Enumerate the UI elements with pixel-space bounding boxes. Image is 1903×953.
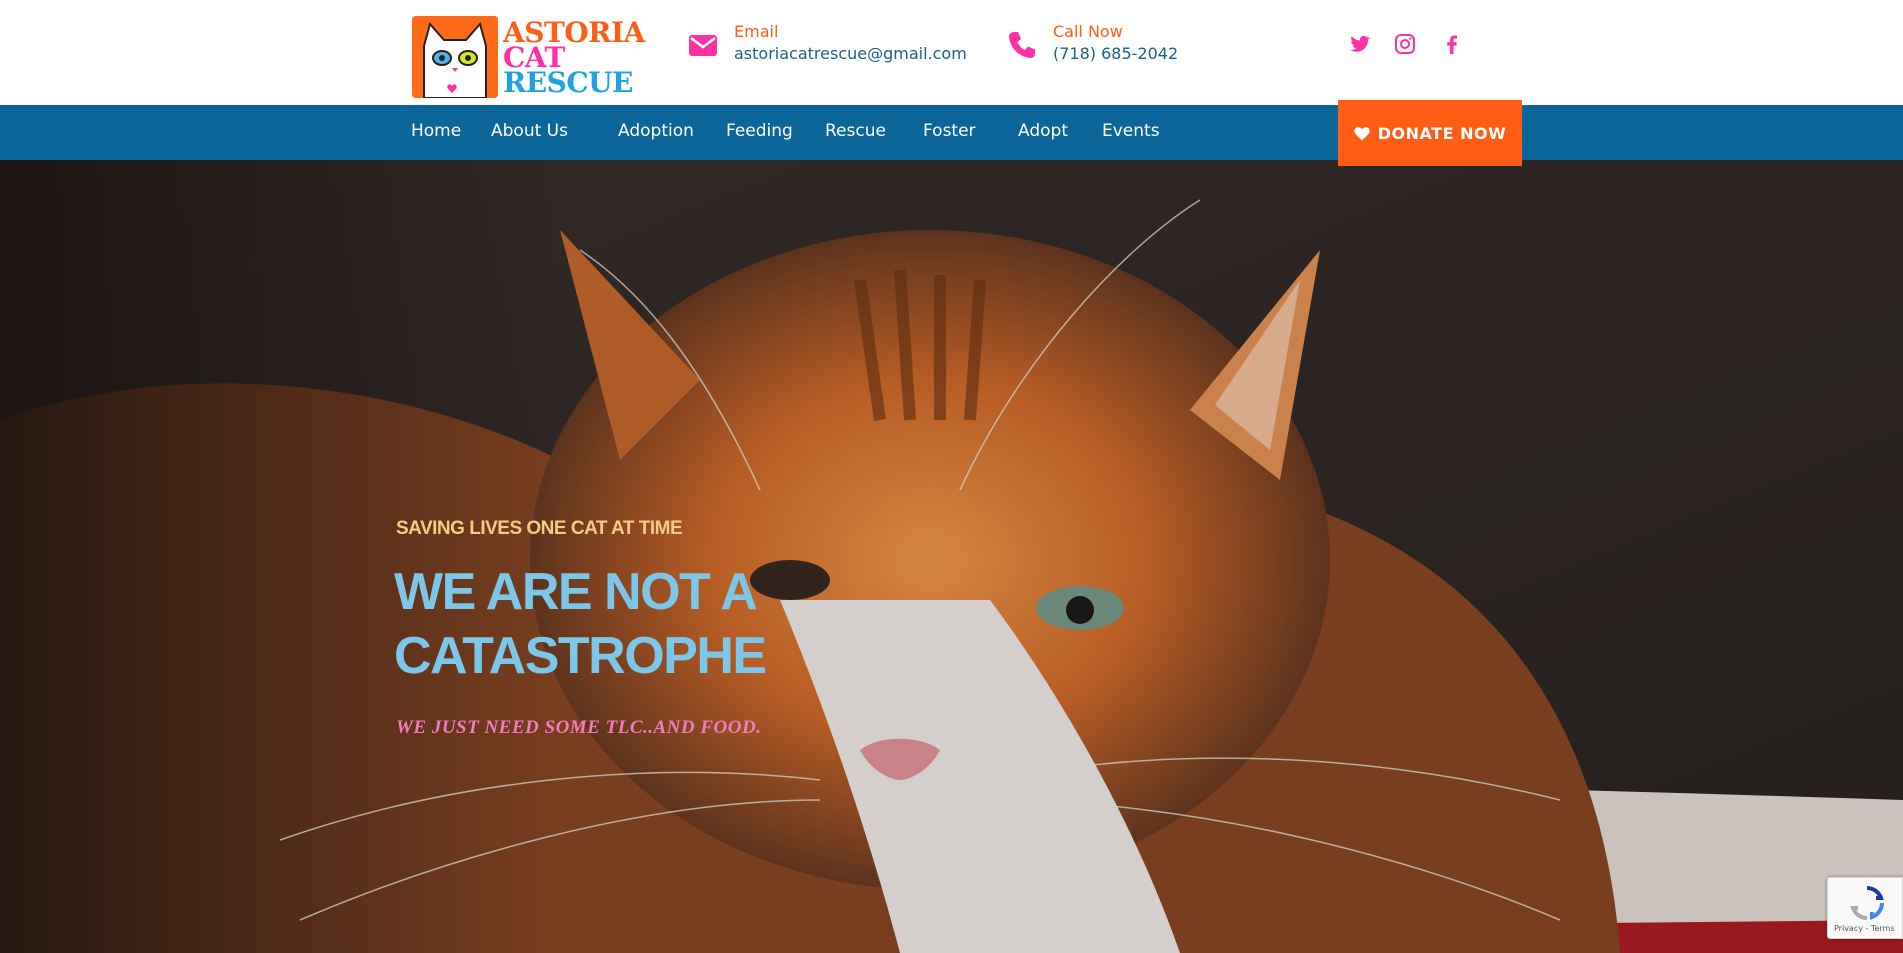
phone-contact[interactable]: Call Now (718) 685-2042 — [1007, 22, 1207, 68]
envelope-icon — [688, 30, 718, 60]
donate-now-button[interactable]: DONATE NOW — [1338, 100, 1522, 166]
hero-tagline: SAVING LIVES ONE CAT AT TIME — [396, 518, 683, 539]
email-contact[interactable]: Email astoriacatrescue@gmail.com — [688, 22, 978, 68]
hero-banner: SAVING LIVES ONE CAT AT TIME WE ARE NOT … — [0, 160, 1903, 953]
nav-item-foster[interactable]: Foster — [923, 121, 976, 141]
logo-wordmark: ASTORIA CAT RESCUE — [503, 19, 645, 99]
recaptcha-icon — [1848, 884, 1886, 927]
instagram-icon[interactable] — [1393, 32, 1417, 56]
phone-label: Call Now — [1053, 22, 1123, 41]
cat-logo-icon — [412, 16, 498, 98]
hero-cat-photo — [0, 160, 1903, 953]
nav-item-feeding[interactable]: Feeding — [726, 121, 793, 141]
nav-item-about-us[interactable]: About Us — [491, 121, 568, 141]
twitter-icon[interactable] — [1347, 32, 1371, 56]
site-logo[interactable]: ASTORIA CAT RESCUE — [412, 16, 645, 99]
hero-subline: WE JUST NEED SOME TLC..AND FOOD. — [396, 717, 762, 738]
nav-item-events[interactable]: Events — [1102, 121, 1160, 141]
nav-item-adopt[interactable]: Adopt — [1018, 121, 1068, 141]
nav-item-rescue[interactable]: Rescue — [825, 121, 886, 141]
facebook-icon[interactable] — [1440, 32, 1464, 56]
nav-item-adoption[interactable]: Adoption — [618, 121, 694, 141]
nav-item-home[interactable]: Home — [411, 121, 461, 141]
recaptcha-terms[interactable]: Privacy - Terms — [1834, 924, 1895, 933]
phone-number[interactable]: (718) 685-2042 — [1053, 44, 1178, 63]
email-address[interactable]: astoriacatrescue@gmail.com — [734, 44, 967, 63]
heart-icon — [1354, 126, 1370, 141]
hero-headline: WE ARE NOT A CATASTROPHE — [394, 563, 767, 685]
phone-icon — [1007, 30, 1037, 60]
recaptcha-badge[interactable]: Privacy - Terms — [1827, 877, 1903, 939]
main-nav: Home About Us Adoption Feeding Rescue Fo… — [0, 105, 1903, 160]
email-label: Email — [734, 22, 779, 41]
donate-label: DONATE NOW — [1377, 123, 1507, 143]
logo-line-rescue: RESCUE — [503, 66, 633, 99]
site-header: ASTORIA CAT RESCUE Email astoriacatrescu… — [0, 0, 1903, 105]
